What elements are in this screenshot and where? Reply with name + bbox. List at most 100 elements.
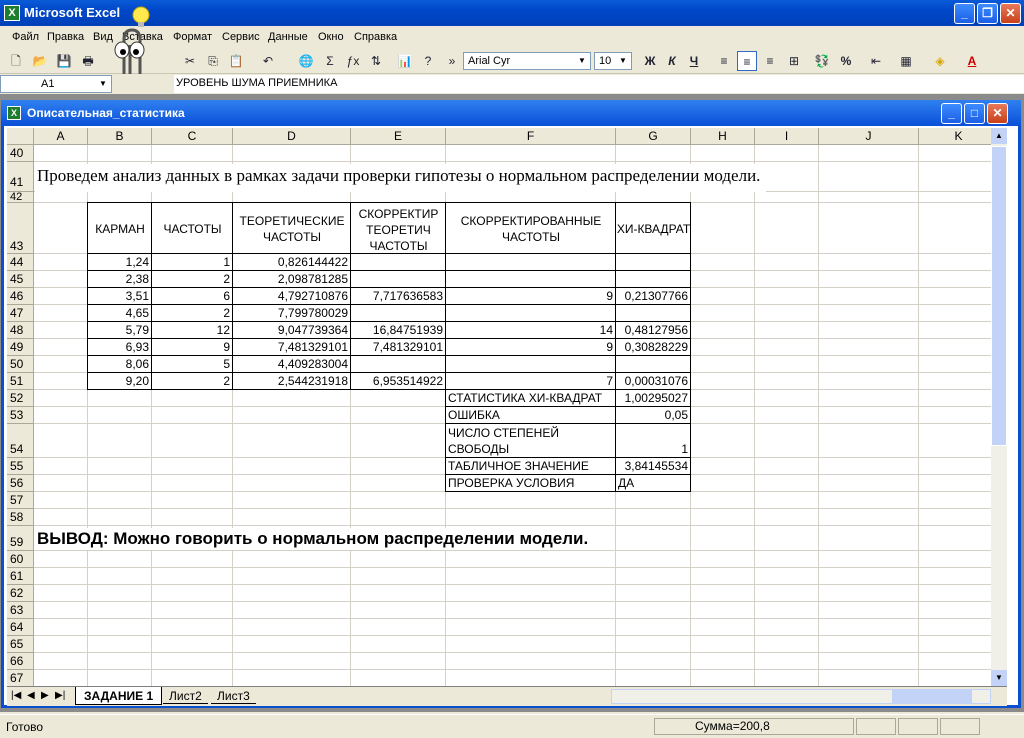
row-header[interactable]: 49 xyxy=(7,339,34,356)
col-header-b[interactable]: B xyxy=(88,128,152,145)
row-header[interactable]: 60 xyxy=(7,551,34,568)
menu-tools[interactable]: Сервис xyxy=(222,31,260,43)
row-header[interactable]: 57 xyxy=(7,492,34,509)
col-header-d[interactable]: D xyxy=(233,128,351,145)
close-button[interactable]: ✕ xyxy=(1000,3,1021,24)
horizontal-scroll-thumb[interactable] xyxy=(892,690,972,703)
name-box[interactable]: A1 ▼ xyxy=(0,75,112,93)
row-header[interactable]: 42 xyxy=(7,192,34,203)
col-header-k[interactable]: K xyxy=(919,128,991,145)
align-center-icon[interactable]: ≡ xyxy=(737,51,757,71)
col-header-c[interactable]: C xyxy=(152,128,233,145)
minimize-button[interactable]: _ xyxy=(954,3,975,24)
row-header[interactable]: 66 xyxy=(7,653,34,670)
borders-icon[interactable]: ▦ xyxy=(896,51,916,71)
col-header-f[interactable]: F xyxy=(446,128,616,145)
autosum-icon[interactable]: Σ xyxy=(320,51,340,71)
fill-color-icon[interactable]: ◈ xyxy=(930,51,950,71)
row-header[interactable]: 62 xyxy=(7,585,34,602)
size-dropdown-icon[interactable]: ▼ xyxy=(616,54,630,68)
save-icon[interactable]: 💾 xyxy=(54,51,74,71)
formula-input[interactable]: УРОВЕНЬ ШУМА ПРИЕМНИКА xyxy=(174,75,1024,93)
row-header[interactable]: 43 xyxy=(7,203,34,254)
copy-icon[interactable]: ⎘ xyxy=(203,51,223,71)
menu-file[interactable]: Файл xyxy=(12,31,39,43)
workbook-minimize-button[interactable]: _ xyxy=(941,103,962,124)
col-header-h[interactable]: H xyxy=(691,128,755,145)
last-sheet-icon[interactable]: ▶| xyxy=(55,690,65,701)
menu-help[interactable]: Справка xyxy=(354,31,397,43)
underline-button[interactable]: Ч xyxy=(684,51,704,71)
row-header[interactable]: 59 xyxy=(7,526,34,551)
prev-sheet-icon[interactable]: ◀ xyxy=(27,690,35,701)
function-icon[interactable]: ƒx xyxy=(343,51,363,71)
row-header[interactable]: 46 xyxy=(7,288,34,305)
menu-edit[interactable]: Правка xyxy=(47,31,84,43)
col-header-g[interactable]: G xyxy=(616,128,691,145)
row-header[interactable]: 48 xyxy=(7,322,34,339)
row-header[interactable]: 64 xyxy=(7,619,34,636)
restore-button[interactable]: ❐ xyxy=(977,3,998,24)
toolbar-more-icon[interactable]: » xyxy=(442,51,462,71)
col-header-e[interactable]: E xyxy=(351,128,446,145)
row-header[interactable]: 50 xyxy=(7,356,34,373)
cut-icon[interactable]: ✂ xyxy=(180,51,200,71)
row-header[interactable]: 44 xyxy=(7,254,34,271)
tab-sheet2[interactable]: Лист2 xyxy=(163,688,208,704)
row-header[interactable]: 63 xyxy=(7,602,34,619)
row-header[interactable]: 41 xyxy=(7,162,34,192)
menu-data[interactable]: Данные xyxy=(268,31,308,43)
name-box-dropdown-icon[interactable]: ▼ xyxy=(96,77,110,91)
help-icon[interactable]: ? xyxy=(418,51,438,71)
row-header[interactable]: 67 xyxy=(7,670,34,686)
chart-icon[interactable]: 📊 xyxy=(395,51,415,71)
sort-asc-icon[interactable]: ⇅ xyxy=(366,51,386,71)
open-icon[interactable]: 📂 xyxy=(30,51,50,71)
menu-window[interactable]: Окно xyxy=(318,31,344,43)
merge-center-icon[interactable]: ⊞ xyxy=(784,51,804,71)
row-header[interactable]: 45 xyxy=(7,271,34,288)
row-header[interactable]: 61 xyxy=(7,568,34,585)
menu-format[interactable]: Формат xyxy=(173,31,212,43)
new-icon[interactable]: 🗋 xyxy=(6,51,26,71)
row-header[interactable]: 51 xyxy=(7,373,34,390)
select-all-corner[interactable] xyxy=(7,128,34,145)
first-sheet-icon[interactable]: |◀ xyxy=(11,690,21,701)
conclusion-text[interactable]: ВЫВОД: Можно говорить о нормальном распр… xyxy=(35,528,595,550)
font-select[interactable]: Arial Cyr ▼ xyxy=(463,52,591,70)
align-right-icon[interactable]: ≡ xyxy=(760,51,780,71)
undo-icon[interactable]: ↶ xyxy=(258,51,278,71)
next-sheet-icon[interactable]: ▶ xyxy=(41,690,49,701)
bold-button[interactable]: Ж xyxy=(640,51,660,71)
row-header[interactable]: 54 xyxy=(7,424,34,458)
italic-button[interactable]: К xyxy=(662,51,682,71)
row-header[interactable]: 56 xyxy=(7,475,34,492)
horizontal-scrollbar[interactable] xyxy=(611,689,991,704)
vertical-scrollbar[interactable]: ▲ ▼ xyxy=(991,128,1007,686)
font-size-select[interactable]: 10 ▼ xyxy=(594,52,632,70)
workbook-maximize-button[interactable]: □ xyxy=(964,103,985,124)
workbook-close-button[interactable]: ✕ xyxy=(987,103,1008,124)
indent-icon[interactable]: ⇤ xyxy=(866,51,886,71)
col-header-j[interactable]: J xyxy=(819,128,919,145)
tab-sheet3[interactable]: Лист3 xyxy=(211,688,256,704)
hyperlink-icon[interactable]: 🌐 xyxy=(296,51,316,71)
intro-text[interactable]: Проведем анализ данных в рамках задачи п… xyxy=(35,164,767,192)
print-icon[interactable]: 🖶 xyxy=(78,51,98,71)
percent-button[interactable]: % xyxy=(836,51,856,71)
col-header-i[interactable]: I xyxy=(755,128,819,145)
currency-icon[interactable]: 💱 xyxy=(812,51,832,71)
font-dropdown-icon[interactable]: ▼ xyxy=(575,54,589,68)
col-header-a[interactable]: A xyxy=(34,128,88,145)
scroll-down-icon[interactable]: ▼ xyxy=(991,670,1007,686)
align-left-icon[interactable]: ≡ xyxy=(714,51,734,71)
row-header[interactable]: 55 xyxy=(7,458,34,475)
row-header[interactable]: 40 xyxy=(7,145,34,162)
row-header[interactable]: 65 xyxy=(7,636,34,653)
spreadsheet-grid[interactable]: A B C D E F G H I J K 40 41 42 43 44 45 … xyxy=(7,128,991,686)
row-header[interactable]: 52 xyxy=(7,390,34,407)
row-header[interactable]: 47 xyxy=(7,305,34,322)
row-header[interactable]: 53 xyxy=(7,407,34,424)
vertical-scroll-thumb[interactable] xyxy=(991,146,1007,446)
tab-zadanie1[interactable]: ЗАДАНИЕ 1 xyxy=(75,687,163,705)
